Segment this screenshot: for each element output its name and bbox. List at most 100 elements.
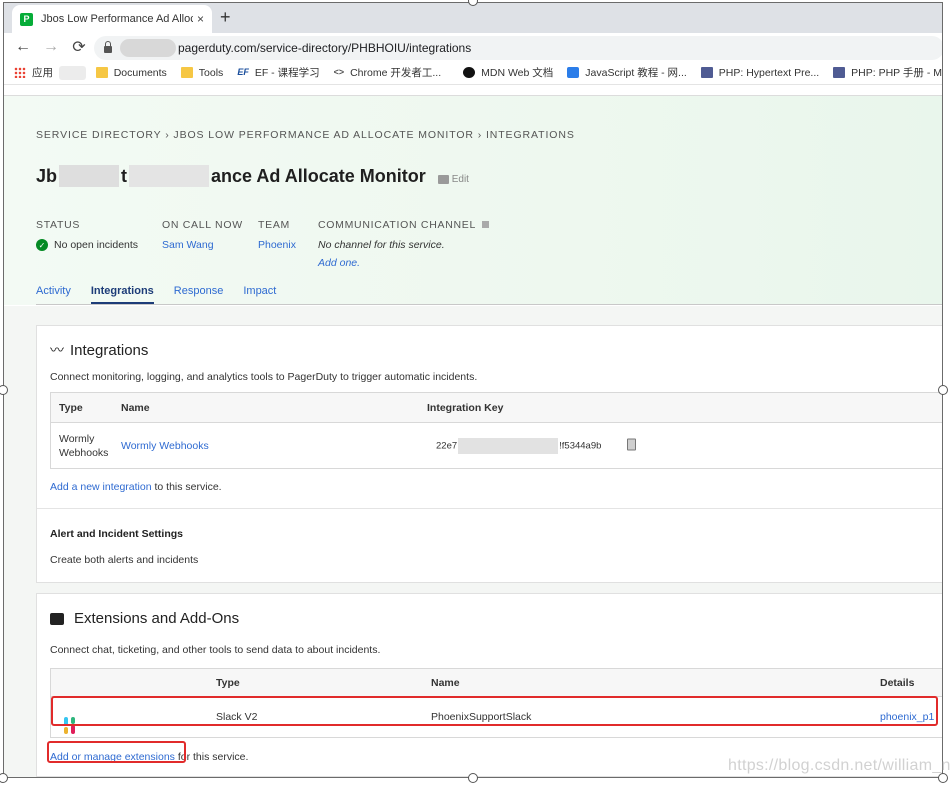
alert-settings-value: Create both alerts and incidents [50,554,199,566]
extensions-heading: Extensions and Add-Ons [50,610,239,627]
resize-handle[interactable] [468,773,478,783]
url-text: pagerduty.com/service-directory/PHBHOIU/… [178,41,472,55]
column-header: Type [59,401,83,414]
column-header: Name [431,676,460,689]
service-header [4,95,942,305]
resize-handle[interactable] [938,773,948,783]
bookmark-chrome-devtools[interactable]: <> Chrome 开发者工... [334,65,442,80]
bookmark-apps[interactable]: 应用 [14,65,53,80]
status-label: STATUS [36,219,81,231]
add-integration-line: Add a new integration to this service. [50,481,222,493]
table-header: Type Name Integration Key [51,393,942,423]
status-value: ✓ No open incidents [36,239,138,251]
bookmarks-bar: 应用 Documents Tools EF EF - 课程学习 <> Chrom… [4,61,942,85]
php-icon [833,67,846,78]
add-integration-suffix: to this service. [151,481,222,493]
back-arrow-icon[interactable]: ← [14,38,32,56]
bookmark-label: Tools [198,66,224,79]
browser-tab-bar: P Jbos Low Performance Ad Allocat × + [4,3,942,33]
new-tab-button[interactable]: + [220,7,231,28]
resize-handle[interactable] [938,385,948,395]
chat-bubbles-icon [50,612,64,625]
bookmark-label: 应用 [32,67,53,79]
edit-icon[interactable] [482,221,490,228]
type-line: Wormly [59,432,95,445]
bookmark-tools[interactable]: Tools [180,66,224,79]
status-block: STATUS ✓ No open incidents [36,219,138,251]
table-header: Type Name Details [51,669,942,697]
mdn-icon [463,67,476,78]
edit-icon [437,174,449,184]
bookmark-label: Documents [113,66,167,79]
close-tab-icon[interactable]: × [197,12,204,26]
bookmark-label: JavaScript 教程 - 网... [585,67,687,79]
communication-block: COMMUNICATION CHANNEL No channel for thi… [318,219,490,269]
page-title: Jb t ance Ad Allocate Monitor Edit [36,165,469,187]
watermark: https://blog.csdn.net/william_n [728,757,951,774]
comm-label: COMMUNICATION CHANNEL [318,219,490,231]
bookmark-label: Chrome 开发者工... [350,67,442,79]
address-bar[interactable]: pagerduty.com/service-directory/PHBHOIU/… [94,36,942,60]
check-circle-icon: ✓ [36,239,48,251]
code-icon: <> [333,67,345,77]
browser-tab[interactable]: P Jbos Low Performance Ad Allocat × [12,5,212,33]
column-header: Type [216,676,240,689]
lock-icon [104,41,112,53]
extensions-description: Connect chat, ticketing, and other tools… [50,644,381,656]
php-icon [700,67,713,78]
w-icon [567,67,580,78]
copy-clipboard-icon[interactable] [627,438,636,453]
page-content: SERVICE DIRECTORY › JBOS LOW PERFORMANCE… [4,85,942,777]
team-label: TEAM [258,219,290,231]
key-start: 22e7 [436,440,458,452]
apps-icon [14,67,26,78]
tab-integrations[interactable]: Integrations [90,285,154,304]
comm-label-text: COMMUNICATION CHANNEL [318,219,476,231]
highlight-slack-row [51,696,938,726]
integrations-table: Type Name Integration Key Wormly Webhook… [50,392,942,469]
redacted-title [129,165,210,187]
title-part: ance Ad Allocate Monitor [211,165,426,186]
alert-settings-heading: Alert and Incident Settings [50,528,184,540]
integration-name-link[interactable]: Wormly Webhooks [121,440,209,452]
integration-type: Wormly Webhooks [59,432,108,460]
tab-response[interactable]: Response [174,285,224,304]
highlight-manage-link [47,741,186,763]
bookmark-label: EF - 课程学习 [254,67,320,79]
browser-toolbar: ← → ⟳ pagerduty.com/service-directory/PH… [4,33,942,61]
reload-icon[interactable]: ⟳ [70,37,88,57]
redacted-title [59,165,120,187]
service-tabs: Activity Integrations Response Impact [36,285,942,305]
extensions-title: Extensions and Add-Ons [74,610,240,627]
redacted-bookmark [59,65,86,80]
comm-value: No channel for this service. [318,239,445,251]
bookmark-php-manual[interactable]: PHP: PHP 手册 - M [833,65,942,80]
key-end: !f5344a9b [559,440,602,452]
folder-icon [95,67,108,78]
column-header: Details [880,676,915,689]
integrations-heading: 〰 Integrations [50,340,148,360]
tab-impact[interactable]: Impact [243,285,276,304]
bookmark-javascript[interactable]: JavaScript 教程 - 网... [567,65,687,80]
bookmark-label: PHP: PHP 手册 - M [851,67,942,79]
bookmark-mdn[interactable]: MDN Web 文档 [463,65,553,80]
integration-key: 22e7 !f5344a9b [436,437,602,454]
forward-arrow-icon[interactable]: → [42,38,60,56]
integrations-description: Connect monitoring, logging, and analyti… [50,371,478,383]
resize-handle[interactable] [0,773,8,783]
oncall-block: ON CALL NOW Sam Wang [162,219,243,251]
edit-title-button[interactable]: Edit [437,174,469,185]
oncall-user-link[interactable]: Sam Wang [162,239,243,251]
redacted-key [458,437,559,454]
team-link[interactable]: Phoenix [258,239,296,251]
bookmark-documents[interactable]: Documents [95,66,167,79]
bookmark-label: PHP: Hypertext Pre... [718,66,820,79]
add-channel-link[interactable]: Add one. [318,257,489,269]
bookmark-php-hypertext[interactable]: PHP: Hypertext Pre... [700,66,820,79]
bookmark-label: MDN Web 文档 [481,67,554,79]
redacted-domain [120,39,176,57]
tab-activity[interactable]: Activity [36,285,71,304]
column-header: Integration Key [427,401,504,414]
add-integration-link[interactable]: Add a new integration [50,481,152,493]
bookmark-ef[interactable]: EF EF - 课程学习 [237,65,319,80]
